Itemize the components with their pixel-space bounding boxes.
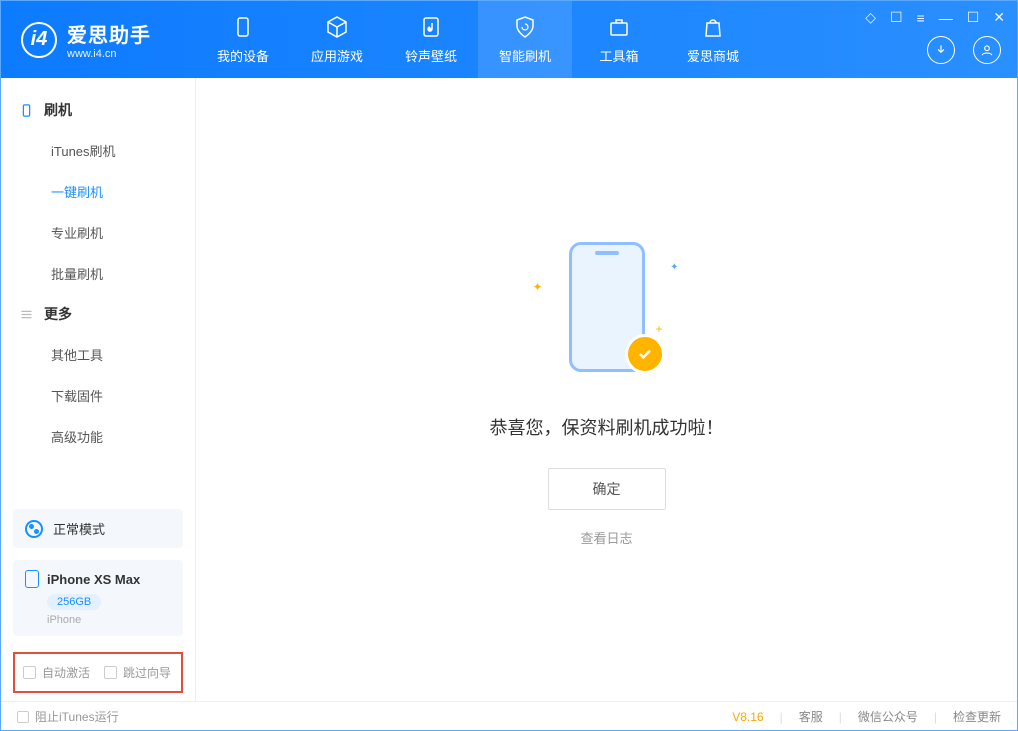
minimize-button[interactable]: —	[939, 10, 953, 26]
sparkle-icon: ✦	[670, 262, 678, 273]
main-nav: 我的设备 应用游戏 铃声壁纸 智能刷机 工具箱 爱思商城	[196, 1, 760, 78]
device-mode-card[interactable]: 正常模式	[13, 509, 183, 548]
cube-icon	[324, 14, 350, 40]
link-check-update[interactable]: 检查更新	[953, 708, 1001, 725]
sidebar: 刷机 iTunes刷机 一键刷机 专业刷机 批量刷机 更多 其他工具 下载固件 …	[1, 78, 196, 701]
nav-label: 应用游戏	[311, 46, 363, 65]
separator: |	[934, 710, 937, 724]
device-type: iPhone	[47, 614, 171, 626]
nav-ringtones-wallpapers[interactable]: 铃声壁纸	[384, 1, 478, 78]
sidebar-item-onekey-flash[interactable]: 一键刷机	[1, 171, 195, 212]
checkbox-label: 自动激活	[42, 664, 90, 681]
user-button[interactable]	[973, 36, 1001, 64]
sidebar-item-pro-flash[interactable]: 专业刷机	[1, 212, 195, 253]
separator: |	[780, 710, 783, 724]
nav-my-device[interactable]: 我的设备	[196, 1, 290, 78]
bag-icon	[700, 14, 726, 40]
checkbox-block-itunes[interactable]: 阻止iTunes运行	[17, 708, 119, 725]
version-label: V8.16	[732, 710, 763, 724]
nav-apps-games[interactable]: 应用游戏	[290, 1, 384, 78]
sidebar-item-advanced[interactable]: 高级功能	[1, 416, 195, 457]
download-button[interactable]	[927, 36, 955, 64]
sidebar-group-more: 更多	[1, 294, 195, 334]
sidebar-item-batch-flash[interactable]: 批量刷机	[1, 253, 195, 294]
titlebar-controls: ◇ ☐ ≡ — ☐ ✕	[865, 9, 1005, 26]
separator: |	[839, 710, 842, 724]
sidebar-item-download-firmware[interactable]: 下载固件	[1, 375, 195, 416]
menu-icon[interactable]: ≡	[917, 10, 925, 26]
statusbar: 阻止iTunes运行 V8.16 | 客服 | 微信公众号 | 检查更新	[1, 701, 1017, 731]
feedback-icon[interactable]: ☐	[890, 9, 903, 26]
check-badge-icon	[625, 334, 665, 374]
checkbox-auto-activate[interactable]: 自动激活	[23, 664, 90, 681]
device-capacity: 256GB	[47, 594, 101, 610]
main-content: ✦ ✦ + 恭喜您，保资料刷机成功啦！ 确定 查看日志	[196, 78, 1017, 701]
checkbox-box	[17, 711, 29, 723]
skin-icon[interactable]: ◇	[865, 9, 876, 26]
nav-store[interactable]: 爱思商城	[666, 1, 760, 78]
sidebar-group-flash: 刷机	[1, 90, 195, 130]
nav-label: 智能刷机	[499, 46, 551, 65]
mode-icon	[25, 520, 43, 538]
ok-button[interactable]: 确定	[548, 468, 666, 510]
checkbox-box	[104, 666, 117, 679]
nav-label: 铃声壁纸	[405, 46, 457, 65]
nav-smart-flash[interactable]: 智能刷机	[478, 1, 572, 78]
body: 刷机 iTunes刷机 一键刷机 专业刷机 批量刷机 更多 其他工具 下载固件 …	[1, 78, 1017, 701]
device-info-card[interactable]: iPhone XS Max 256GB iPhone	[13, 560, 183, 636]
sparkle-icon: ✦	[533, 280, 543, 294]
sparkle-icon: +	[655, 322, 662, 336]
logo-area: i4 爱思助手 www.i4.cn	[1, 19, 196, 60]
phone-icon	[19, 103, 34, 118]
close-button[interactable]: ✕	[993, 9, 1005, 26]
success-message: 恭喜您，保资料刷机成功啦！	[490, 414, 724, 440]
shield-refresh-icon	[512, 14, 538, 40]
sidebar-item-other-tools[interactable]: 其他工具	[1, 334, 195, 375]
checkbox-label: 阻止iTunes运行	[35, 708, 119, 725]
header: i4 爱思助手 www.i4.cn 我的设备 应用游戏 铃声壁纸 智能刷机 工具…	[1, 1, 1017, 78]
device-name: iPhone XS Max	[47, 572, 140, 587]
nav-toolbox[interactable]: 工具箱	[572, 1, 666, 78]
checkbox-box	[23, 666, 36, 679]
music-file-icon	[418, 14, 444, 40]
logo-text: 爱思助手 www.i4.cn	[67, 19, 151, 60]
view-log-link[interactable]: 查看日志	[580, 528, 632, 547]
sidebar-item-itunes-flash[interactable]: iTunes刷机	[1, 130, 195, 171]
device-mode-label: 正常模式	[53, 519, 105, 538]
checkbox-skip-guide[interactable]: 跳过向导	[104, 664, 171, 681]
app-logo-icon: i4	[21, 22, 57, 58]
sidebar-group-title: 更多	[44, 304, 72, 324]
maximize-button[interactable]: ☐	[967, 9, 980, 26]
app-url: www.i4.cn	[67, 48, 151, 60]
link-wechat[interactable]: 微信公众号	[858, 708, 918, 725]
app-name: 爱思助手	[67, 19, 151, 48]
list-icon	[19, 307, 34, 322]
sidebar-group-title: 刷机	[44, 100, 72, 120]
bottom-options-highlighted: 自动激活 跳过向导	[13, 652, 183, 693]
toolbox-icon	[606, 14, 632, 40]
nav-label: 爱思商城	[687, 46, 739, 65]
link-support[interactable]: 客服	[799, 708, 823, 725]
header-right-icons	[927, 36, 1001, 64]
nav-label: 工具箱	[599, 46, 638, 65]
device-small-icon	[25, 570, 39, 588]
nav-label: 我的设备	[217, 46, 269, 65]
checkbox-label: 跳过向导	[123, 664, 171, 681]
device-icon	[230, 14, 256, 40]
success-illustration: ✦ ✦ +	[507, 232, 707, 392]
